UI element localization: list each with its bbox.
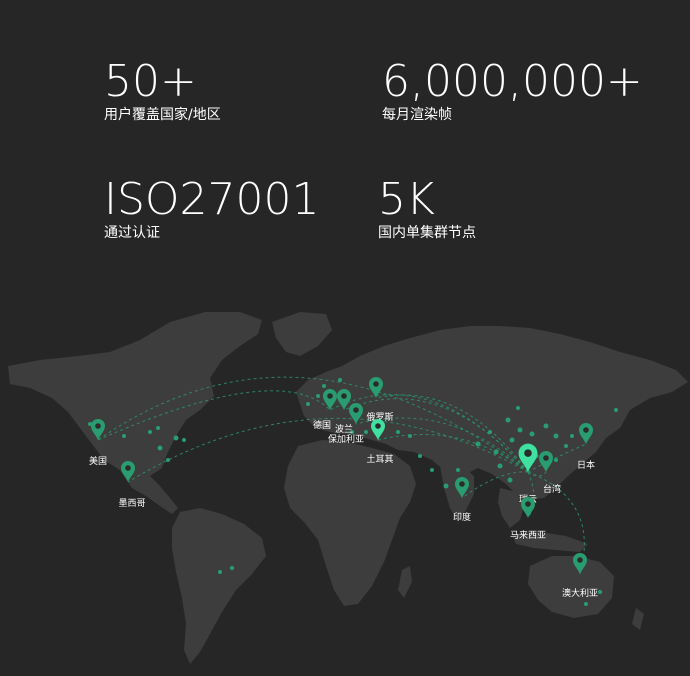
world-map: 美国墨西哥德国波兰保加利亚俄罗斯土耳其印度瑞云台湾日本马来西亚澳大利亚 [8,312,688,664]
map-pin-hole [353,407,359,413]
map-pin-icon [521,497,535,518]
map-pin-hole [373,381,379,387]
map-location-label: 日本 [577,459,595,471]
map-location-label: 台湾 [543,483,561,495]
stat-value: 6,000,000+ [382,56,643,107]
stat-value: 50+ [104,56,197,107]
map-location-label: 澳大利亚 [562,587,598,599]
map-pin-hole [459,481,465,487]
map-pin-hole [577,557,583,563]
map-pin-hole [375,423,381,429]
map-pin-hole [525,501,531,507]
stat-monthly-frames: 6,000,000+ 每月渲染帧 [382,60,643,124]
map-pin-hole [327,393,333,399]
map-location-label: 保加利亚 [328,433,364,445]
map-location-label: 土耳其 [366,453,393,465]
map-location-label: 马来西亚 [510,530,546,541]
map-location-label: 墨西哥 [118,498,145,509]
map-location-label: 美国 [89,455,107,467]
stat-label: 通过认证 [104,225,160,241]
map-location-label: 波兰 [335,423,353,435]
map-pin-hole [524,449,532,457]
map-pin-hole [341,393,347,399]
stat-value: 5K [378,174,435,225]
stat-label: 用户覆盖国家/地区 [104,107,221,123]
map-location-label: 印度 [453,511,471,523]
stat-label: 国内单集群节点 [378,225,476,241]
map-pin-hole [95,423,101,429]
map-pin-hole [543,455,549,461]
stat-countries: 50+ 用户覆盖国家/地区 [104,60,221,124]
map-location-label: 德国 [313,419,331,431]
map-pin-hole [583,427,589,433]
stat-value: ISO27001 [104,174,320,225]
map-pin-hole [125,465,131,471]
stat-certification: ISO27001 通过认证 [104,178,320,242]
stat-cluster-nodes: 5K 国内单集群节点 [378,178,476,242]
stat-label: 每月渲染帧 [382,107,452,123]
world-map-landmass [8,312,688,664]
